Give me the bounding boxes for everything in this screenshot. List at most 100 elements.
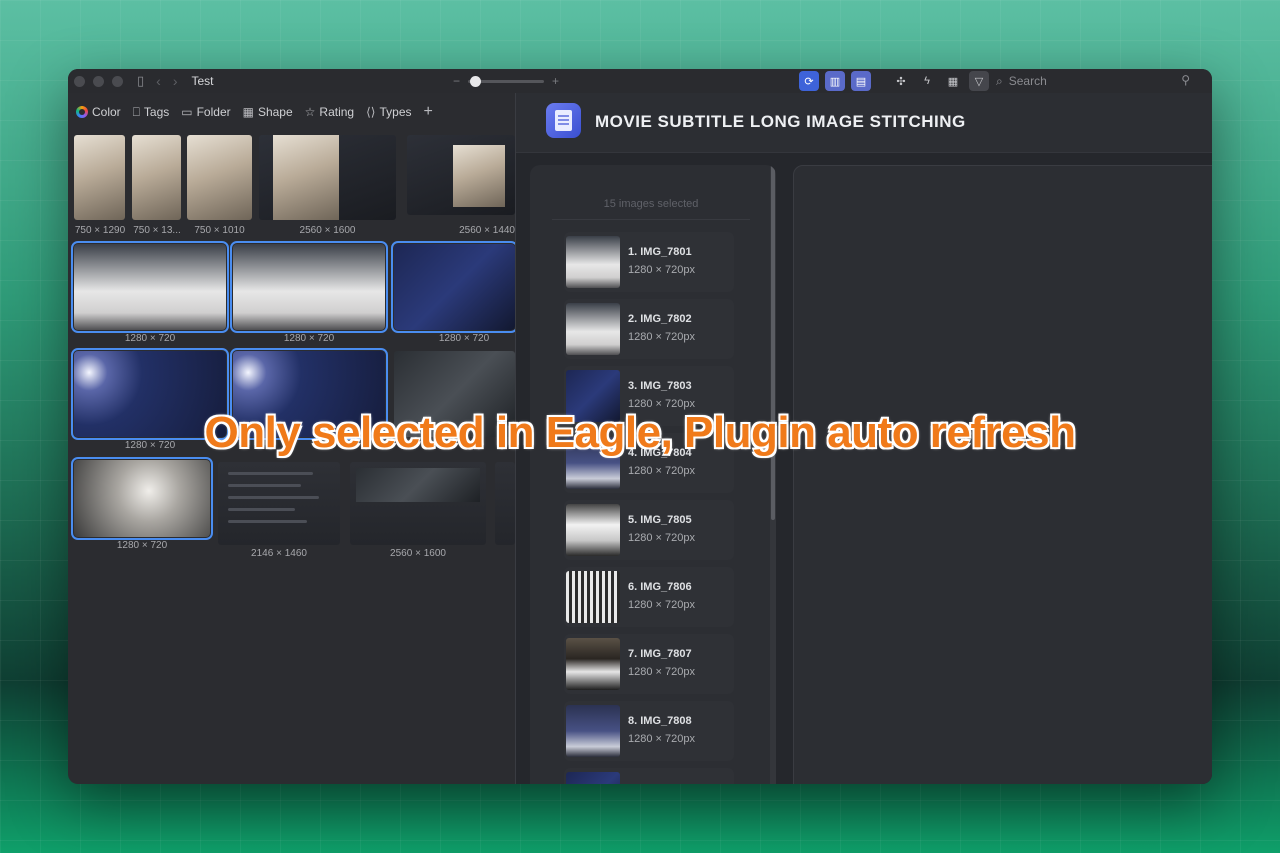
plugin-panel: MOVIE SUBTITLE LONG IMAGE STITCHING 15 i… (515, 93, 1212, 784)
item-name: 8. IMG_7808 (628, 715, 692, 727)
filter-label: Folder (196, 105, 231, 119)
window-controls (74, 75, 123, 87)
filter-icon[interactable]: ▽ (969, 71, 989, 91)
minimize-window-button[interactable] (93, 75, 104, 87)
thumbnail-caption: 750 × 13... (133, 225, 181, 236)
item-thumbnail (566, 437, 620, 489)
title-bar: ▯ ‹ › Test − + ⟳ ▥ ▤ ✣ ϟ ▦ ▽ ⌕ Search ⚲ (68, 69, 1212, 93)
thumbnail-image (273, 135, 339, 220)
filter-folder[interactable]: ▭ Folder (181, 105, 230, 119)
plugin-logo-icon (546, 103, 581, 138)
zoom-slider[interactable] (468, 75, 545, 87)
filter-types[interactable]: ⟨⟩ Types (366, 105, 411, 119)
filter-tags[interactable]: ⎕ Tags (133, 105, 170, 120)
item-name: 4. IMG_7804 (628, 447, 692, 459)
selected-images-list: 15 images selected 1. IMG_7801 1280 × 72… (530, 165, 776, 784)
item-thumbnail (566, 571, 620, 623)
list-item[interactable]: 1. IMG_7801 1280 × 720px (564, 232, 734, 292)
thumbnail-caption: 2560 × 1600 (299, 225, 356, 236)
list-item[interactable]: 3. IMG_7803 1280 × 720px (564, 366, 734, 426)
zoom-out-icon[interactable]: − (453, 74, 460, 88)
item-thumbnail (566, 303, 620, 355)
filter-label: Types (379, 105, 412, 119)
list-item[interactable]: 6. IMG_7806 1280 × 720px (564, 567, 734, 627)
thumbnail-image (356, 468, 480, 502)
filter-bar: Color ⎕ Tags ▭ Folder ▦ Shape ☆ Rating ⟨… (68, 99, 515, 125)
sidebar-toggle-icon[interactable]: ▯ (137, 73, 144, 89)
layout-icon[interactable]: ▦ (943, 71, 963, 91)
plugin-book-icon[interactable]: ▥ (825, 71, 845, 91)
filter-label: Shape (257, 105, 293, 119)
grid-thumbnail[interactable] (218, 462, 340, 545)
grid-thumbnail-selected[interactable] (230, 241, 388, 333)
plugin-title: MOVIE SUBTITLE LONG IMAGE STITCHING (595, 112, 966, 131)
item-thumbnail (566, 504, 620, 556)
extensions-icon[interactable]: ✣ (891, 71, 911, 91)
item-name: 6. IMG_7806 (628, 581, 692, 593)
item-size: 1280 × 720px (628, 733, 695, 745)
grid-thumbnail[interactable] (394, 351, 515, 437)
search-icon: ⌕ (996, 73, 1003, 88)
grid-thumbnail[interactable] (187, 135, 252, 220)
filter-rating[interactable]: ☆ Rating (305, 105, 354, 119)
window-title: Test (191, 74, 214, 88)
back-arrow-icon[interactable]: ‹ (156, 73, 161, 89)
add-filter-icon[interactable]: + (424, 103, 433, 121)
list-item[interactable] (564, 768, 734, 784)
grid-thumbnail-selected[interactable] (71, 348, 229, 440)
grid-thumbnail-selected[interactable] (391, 241, 518, 333)
item-name: 5. IMG_7805 (628, 514, 692, 526)
filter-shape[interactable]: ▦ Shape (243, 105, 293, 119)
list-scrollbar[interactable] (770, 165, 776, 784)
grid-thumbnail[interactable] (350, 462, 486, 545)
list-item[interactable]: 4. IMG_7804 1280 × 720px (564, 433, 734, 493)
item-size: 1280 × 720px (628, 666, 695, 678)
thumbnail-caption: 2146 × 1460 (251, 548, 307, 559)
item-size: 1280 × 720px (628, 465, 695, 477)
app-window: ▯ ‹ › Test − + ⟳ ▥ ▤ ✣ ϟ ▦ ▽ ⌕ Search ⚲ … (68, 69, 1212, 784)
item-name: 1. IMG_7801 (628, 246, 692, 258)
zoom-slider-knob[interactable] (470, 75, 482, 87)
list-item[interactable]: 8. IMG_7808 1280 × 720px (564, 701, 734, 761)
item-size: 1280 × 720px (628, 398, 695, 410)
thumbnail-line (227, 520, 308, 523)
grid-thumbnail-selected[interactable] (71, 457, 213, 540)
search-field[interactable]: ⌕ Search (988, 70, 1162, 92)
forward-arrow-icon[interactable]: › (173, 73, 178, 89)
item-thumbnail (566, 370, 620, 422)
thumbnail-line (227, 508, 295, 511)
plugin-stitch-icon[interactable]: ▤ (851, 71, 871, 91)
grid-thumbnail[interactable] (495, 462, 515, 545)
grid-thumbnail[interactable] (407, 135, 515, 215)
item-name: 2. IMG_7802 (628, 313, 692, 325)
scrollbar-thumb[interactable] (771, 165, 775, 520)
list-item[interactable]: 5. IMG_7805 1280 × 720px (564, 500, 734, 560)
list-item[interactable]: 2. IMG_7802 1280 × 720px (564, 299, 734, 359)
grid-thumbnail-selected[interactable] (71, 241, 229, 333)
list-item[interactable]: 7. IMG_7807 1280 × 720px (564, 634, 734, 694)
grid-thumbnail-selected[interactable] (230, 348, 388, 440)
pin-icon[interactable]: ⚲ (1181, 73, 1190, 87)
close-window-button[interactable] (74, 75, 85, 87)
thumbnail-caption: 1280 × 720 (438, 333, 490, 344)
thumbnail-caption: 750 × 1290 (74, 225, 126, 236)
shape-icon: ▦ (242, 105, 254, 119)
grid-thumbnail[interactable] (74, 135, 125, 220)
item-size: 1280 × 720px (628, 599, 695, 611)
grid-thumbnail[interactable] (259, 135, 396, 220)
search-placeholder: Search (1008, 74, 1047, 88)
zoom-control: − + (453, 74, 559, 88)
maximize-window-button[interactable] (112, 75, 123, 87)
thumbnail-line (227, 484, 301, 487)
thumbnail-caption: 2560 × 1600 (390, 548, 446, 559)
item-thumbnail (566, 236, 620, 288)
color-wheel-icon (76, 106, 88, 118)
item-size: 1280 × 720px (628, 532, 695, 544)
grid-thumbnail[interactable] (132, 135, 181, 220)
zoom-in-icon[interactable]: + (552, 74, 559, 88)
filter-color[interactable]: Color (76, 105, 121, 119)
code-icon: ⟨⟩ (366, 105, 376, 119)
sync-icon[interactable]: ⟳ (799, 71, 819, 91)
item-size: 1280 × 720px (628, 264, 695, 276)
lightning-icon[interactable]: ϟ (917, 71, 937, 91)
